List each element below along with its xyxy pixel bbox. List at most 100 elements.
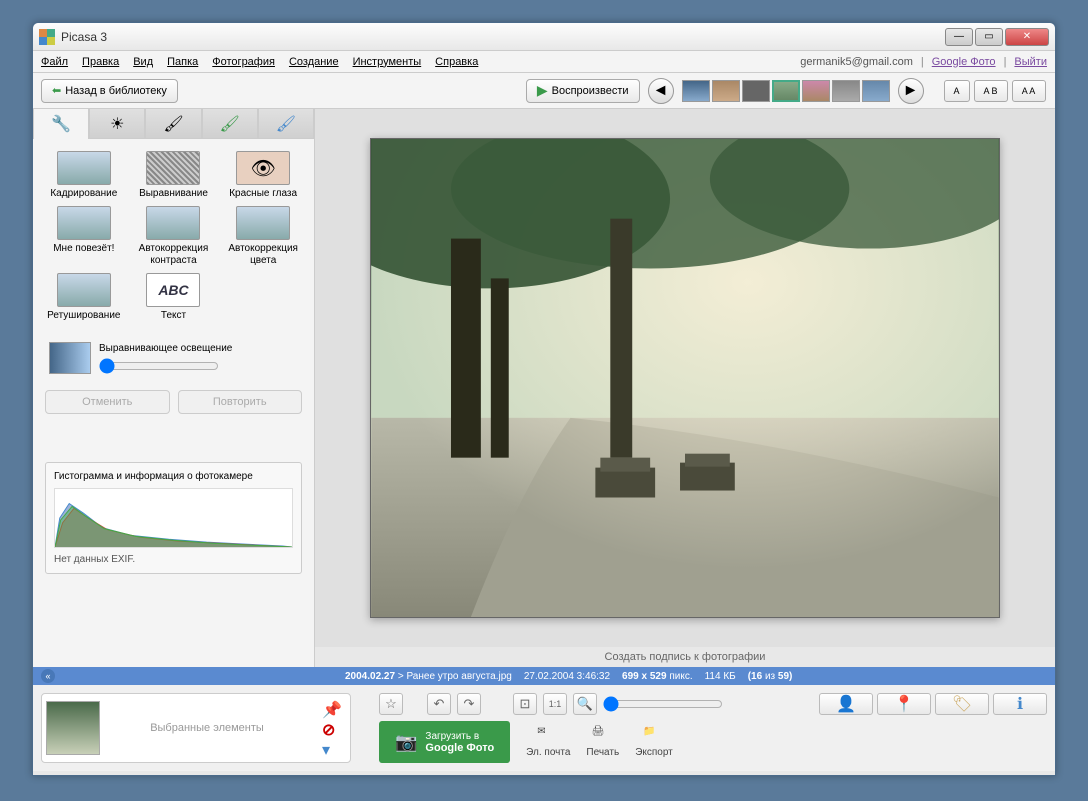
compare-aa-button[interactable]: A A <box>1012 80 1046 102</box>
tray-thumb[interactable] <box>46 701 100 755</box>
menu-edit[interactable]: Правка <box>82 56 119 68</box>
tab-basic-fixes[interactable]: 🔧 <box>33 109 89 139</box>
play-icon: ▶ <box>537 82 548 99</box>
thumb-1[interactable] <box>682 80 710 102</box>
fill-light-slider[interactable] <box>99 358 219 374</box>
edit-sidebar: 🔧 ☀ 🖌 🖌 🖌 Кадрирование Выравнивание 👁 Кр… <box>33 109 315 667</box>
thumb-7[interactable] <box>862 80 890 102</box>
back-to-library-button[interactable]: ⬅ Назад в библиотеку <box>41 79 178 103</box>
tool-retouch[interactable]: Ретуширование <box>41 273 127 322</box>
people-button[interactable]: 👤 <box>819 693 873 715</box>
camera-icon: 📷 <box>395 732 417 753</box>
photo-viewer: Создать подпись к фотографии <box>315 109 1055 667</box>
histogram-noexif: Нет данных EXIF. <box>54 554 293 565</box>
thumb-2[interactable] <box>712 80 740 102</box>
menu-view[interactable]: Вид <box>133 56 153 68</box>
bottom-row-1: ☆ ↶ ↷ ⊡ 1:1 🔍 👤 📍 🏷 ℹ <box>379 693 1047 715</box>
tray-menu-icon[interactable]: ▾ <box>322 740 338 756</box>
actual-size-button[interactable]: 1:1 <box>543 693 567 715</box>
bottom-panel: Выбранные элементы 📌 ⊘ ▾ ☆ ↶ ↷ ⊡ 1:1 🔍 👤 <box>33 685 1055 771</box>
tool-text[interactable]: ABC Текст <box>131 273 217 322</box>
logout-link[interactable]: Выйти <box>1014 56 1047 68</box>
menu-file[interactable]: Файл <box>41 56 68 68</box>
lucky-icon <box>57 206 111 240</box>
prev-photo-button[interactable]: ◄ <box>648 78 674 104</box>
menu-tools[interactable]: Инструменты <box>353 56 422 68</box>
google-photos-link[interactable]: Google Фото <box>932 56 996 68</box>
redo-button[interactable]: Повторить <box>178 390 303 414</box>
menu-folder[interactable]: Папка <box>167 56 198 68</box>
wrench-icon: 🔧 <box>51 114 71 134</box>
tab-effects-2[interactable]: 🖌 <box>202 109 258 139</box>
info-buttons: 👤 📍 🏷 ℹ <box>819 693 1047 715</box>
printer-icon: 🖨 <box>592 726 614 744</box>
app-icon <box>39 29 55 45</box>
photo-image[interactable] <box>370 138 1000 618</box>
maximize-button[interactable]: ▭ <box>975 28 1003 46</box>
menu-help[interactable]: Справка <box>435 56 478 68</box>
menu-create[interactable]: Создание <box>289 56 339 68</box>
print-button[interactable]: 🖨 Печать <box>586 726 619 758</box>
rotate-right-button[interactable]: ↷ <box>457 693 481 715</box>
tool-straighten[interactable]: Выравнивание <box>131 151 217 200</box>
tool-auto-color[interactable]: Автокоррекция цвета <box>220 206 306 267</box>
zoom-slider[interactable] <box>603 696 723 712</box>
minimize-button[interactable]: — <box>945 28 973 46</box>
play-slideshow-button[interactable]: ▶ Воспроизвести <box>526 79 640 103</box>
undo-redo-row: Отменить Повторить <box>33 382 314 422</box>
fit-button[interactable]: ⊡ <box>513 693 537 715</box>
edit-tabs: 🔧 ☀ 🖌 🖌 🖌 <box>33 109 314 139</box>
tool-lucky[interactable]: Мне повезёт! <box>41 206 127 267</box>
info-button[interactable]: ℹ <box>993 693 1047 715</box>
selection-tray: Выбранные элементы 📌 ⊘ ▾ <box>41 693 351 763</box>
places-button[interactable]: 📍 <box>877 693 931 715</box>
close-button[interactable]: ✕ <box>1005 28 1049 46</box>
status-filesize: 114 КБ <box>705 671 736 682</box>
app-window: Picasa 3 — ▭ ✕ Файл Правка Вид Папка Фот… <box>32 22 1056 776</box>
person-icon: 👤 <box>836 694 856 714</box>
tab-effects-3[interactable]: 🖌 <box>258 109 314 139</box>
sun-icon: ☀ <box>110 114 124 134</box>
titlebar[interactable]: Picasa 3 — ▭ ✕ <box>33 23 1055 51</box>
tool-crop[interactable]: Кадрирование <box>41 151 127 200</box>
histogram-graph <box>54 488 293 548</box>
tool-auto-contrast[interactable]: Автокоррекция контраста <box>131 206 217 267</box>
thumb-5[interactable] <box>802 80 830 102</box>
menubar: Файл Правка Вид Папка Фотография Создани… <box>33 51 1055 73</box>
back-label: Назад в библиотеку <box>65 85 167 97</box>
thumb-6[interactable] <box>832 80 860 102</box>
info-icon: ℹ <box>1017 694 1023 714</box>
envelope-icon: ✉ <box>537 726 559 744</box>
histogram-title: Гистограмма и информация о фотокамере <box>54 471 293 482</box>
account-email: germanik5@gmail.com <box>800 56 913 68</box>
undo-button[interactable]: Отменить <box>45 390 170 414</box>
email-button[interactable]: ✉ Эл. почта <box>526 726 570 758</box>
star-button[interactable]: ☆ <box>379 693 403 715</box>
thumb-4[interactable] <box>772 80 800 102</box>
menu-photo[interactable]: Фотография <box>212 56 275 68</box>
thumb-3[interactable] <box>742 80 770 102</box>
rotate-left-button[interactable]: ↶ <box>427 693 451 715</box>
tags-button[interactable]: 🏷 <box>935 693 989 715</box>
tool-redeye[interactable]: 👁 Красные глаза <box>220 151 306 200</box>
retouch-icon <box>57 273 111 307</box>
status-bar: « 2004.02.27 > Ранее утро августа.jpg 27… <box>33 667 1055 685</box>
next-photo-button[interactable]: ► <box>898 78 924 104</box>
zoom-icon-button[interactable]: 🔍 <box>573 693 597 715</box>
caption-input[interactable]: Создать подпись к фотографии <box>315 647 1055 667</box>
window-controls: — ▭ ✕ <box>945 28 1049 46</box>
compare-ab-button[interactable]: A B <box>974 80 1008 102</box>
clear-tray-icon[interactable]: ⊘ <box>322 720 338 736</box>
upload-google-photos-button[interactable]: 📷 Загрузить в Google Фото <box>379 721 510 763</box>
compare-a-button[interactable]: A <box>944 80 970 102</box>
collapse-tray-button[interactable]: « <box>41 669 55 683</box>
toolbar: ⬅ Назад в библиотеку ▶ Воспроизвести ◄ ►… <box>33 73 1055 109</box>
tab-tuning[interactable]: ☀ <box>89 109 145 139</box>
contrast-icon <box>146 206 200 240</box>
pin-icon[interactable]: 📌 <box>322 700 338 716</box>
tray-label: Выбранные элементы <box>108 722 306 734</box>
text-icon: ABC <box>146 273 200 307</box>
export-button[interactable]: 📁 Экспорт <box>635 726 673 758</box>
straighten-icon <box>146 151 200 185</box>
tab-effects-1[interactable]: 🖌 <box>145 109 201 139</box>
